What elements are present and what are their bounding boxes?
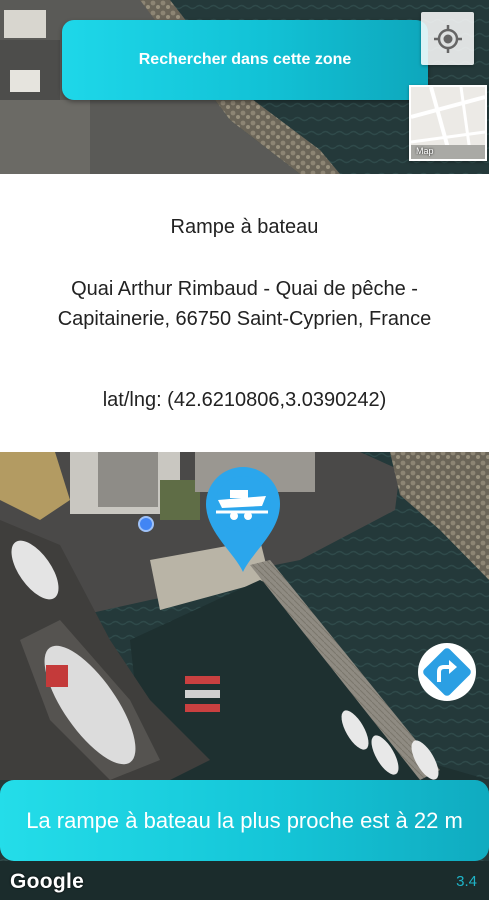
map-type-label: Map (416, 146, 434, 156)
app-version: 3.4 (456, 873, 477, 890)
nearest-ramp-banner: La rampe à bateau la plus proche est à 2… (0, 780, 489, 861)
boat-trailer-icon (206, 467, 280, 572)
place-title: Rampe à bateau (170, 216, 319, 238)
map-type-toggle[interactable]: Map (409, 85, 487, 161)
boat-ramp-marker[interactable] (204, 466, 282, 574)
search-this-area-button[interactable]: Rechercher dans cette zone (62, 20, 428, 100)
nearest-ramp-text: La rampe à bateau la plus proche est à 2… (26, 807, 463, 833)
directions-button[interactable] (417, 642, 477, 702)
crosshair-icon (433, 24, 462, 53)
place-address: Quai Arthur Rimbaud - Quai de pêche - Ca… (57, 278, 432, 330)
search-this-area-label: Rechercher dans cette zone (138, 51, 352, 68)
google-logo: Google (10, 870, 85, 893)
my-location-dot (138, 516, 154, 532)
place-info-panel: Rampe à bateau Quai Arthur Rimbaud - Qua… (0, 174, 489, 452)
my-location-button[interactable] (421, 12, 474, 65)
place-coordinates: lat/lng: (42.6210806,3.0390242) (102, 389, 387, 411)
turn-right-icon (418, 643, 476, 701)
